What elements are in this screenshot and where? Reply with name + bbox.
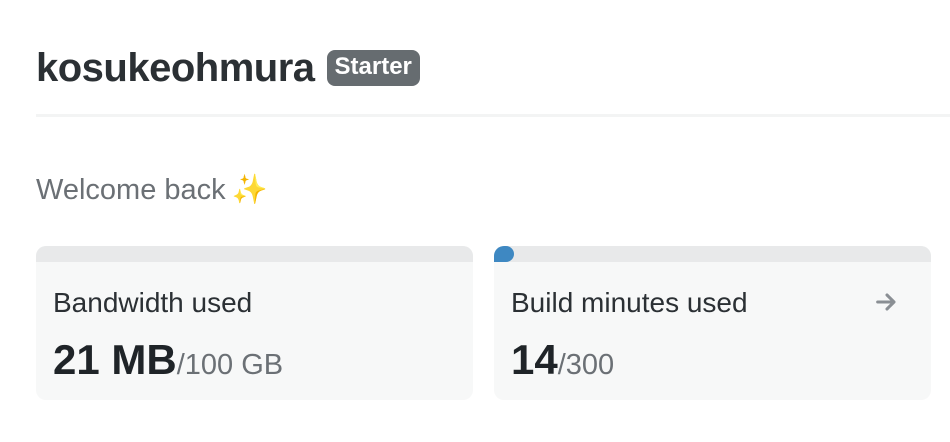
bandwidth-progress-track	[36, 246, 473, 262]
arrow-right-icon[interactable]	[873, 288, 901, 316]
build-minutes-progress-track	[494, 246, 931, 262]
sparkles-icon: ✨	[231, 174, 268, 206]
build-minutes-usage-card[interactable]: Build minutes used 14/300	[494, 246, 931, 400]
build-minutes-label: Build minutes used	[511, 287, 748, 318]
bandwidth-limit-value: /100 GB	[176, 349, 284, 381]
build-minutes-used-value: 14	[511, 336, 558, 383]
welcome-message: Welcome back ✨	[36, 172, 268, 208]
bandwidth-used-value: 21 MB	[53, 336, 177, 383]
bandwidth-value: 21 MB/100 GB	[53, 336, 283, 394]
plan-badge: Starter	[326, 50, 420, 86]
team-name: kosukeohmura	[36, 46, 315, 90]
team-header: kosukeohmura Starter	[36, 44, 420, 92]
bandwidth-usage-card: Bandwidth used 21 MB/100 GB	[36, 246, 473, 400]
usage-overview-page: kosukeohmura Starter Welcome back ✨ Bandw…	[0, 0, 950, 442]
header-divider	[36, 114, 950, 117]
welcome-text: Welcome back	[36, 174, 226, 206]
build-minutes-value: 14/300	[511, 336, 614, 394]
build-minutes-limit-value: /300	[557, 349, 615, 381]
bandwidth-label: Bandwidth used	[53, 287, 253, 318]
build-minutes-progress-fill	[494, 246, 515, 262]
